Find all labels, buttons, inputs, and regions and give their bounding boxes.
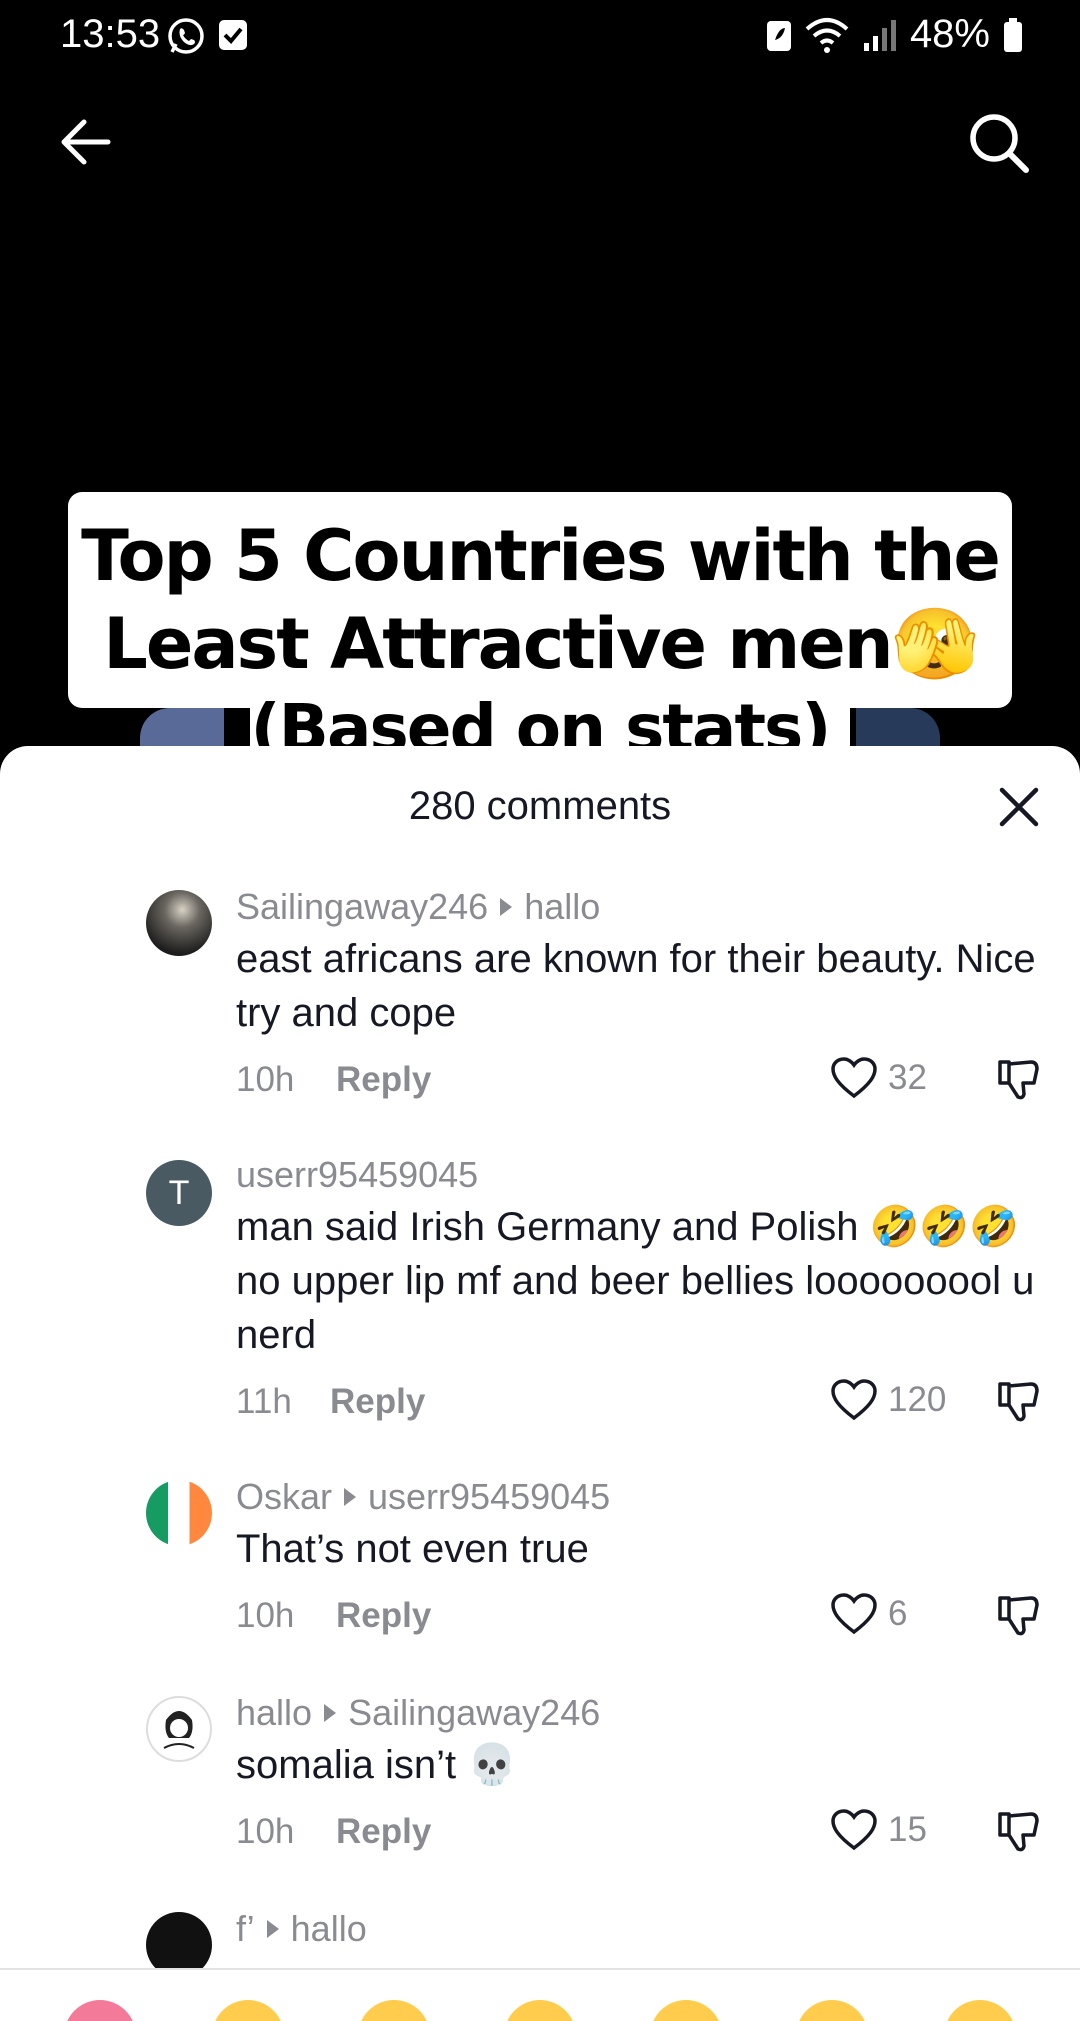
comment-time: 10h <box>236 1812 295 1851</box>
comment-header: f’ hallo <box>236 1908 367 1950</box>
avatar-ireland-flag[interactable] <box>146 1480 212 1546</box>
comment-username[interactable]: Sailingaway246 <box>236 886 488 928</box>
avatar-initial: T <box>168 1173 190 1212</box>
video-caption-line-1: Top 5 Countries with the <box>81 515 1001 597</box>
comment-reply-to[interactable]: Sailingaway246 <box>348 1692 600 1734</box>
comment-header: hallo Sailingaway246 <box>236 1692 600 1734</box>
reply-button[interactable]: Reply <box>330 1382 425 1422</box>
avatar-sketch-icon <box>163 1711 195 1749</box>
comment-header: Sailingaway246 hallo <box>236 886 600 928</box>
comment-header: Oskar userr95459045 <box>236 1476 610 1518</box>
comment-meta: 10h Reply <box>236 1596 431 1636</box>
comment-time: 10h <box>236 1596 295 1635</box>
comment-time: 10h <box>236 1060 295 1099</box>
comment-text: That’s not even true <box>236 1527 589 1571</box>
reply-button[interactable]: Reply <box>336 1060 431 1100</box>
comment-text: somalia isn’t 💀 <box>236 1743 517 1787</box>
comment-meta: 11h Reply <box>236 1382 425 1422</box>
comment-meta: 10h Reply <box>236 1060 431 1100</box>
comments-sheet: 280 comments Sailingaway246 hallo east a… <box>0 746 1080 2021</box>
comment-text: man said Irish Germany and Polish 🤣🤣🤣 no… <box>236 1205 1035 1357</box>
comment-username[interactable]: hallo <box>236 1692 312 1734</box>
comment-meta: 10h Reply <box>236 1812 431 1852</box>
like-count: 32 <box>888 1058 927 1097</box>
like-button[interactable]: 120 <box>830 1378 946 1422</box>
comment-time: 11h <box>236 1382 292 1421</box>
like-button[interactable]: 6 <box>830 1592 907 1636</box>
like-count: 15 <box>888 1810 927 1849</box>
reply-button[interactable]: Reply <box>336 1596 431 1636</box>
comment-reply-to[interactable]: userr95459045 <box>368 1476 610 1518</box>
heart-icon <box>831 1379 877 1421</box>
like-count: 6 <box>888 1594 908 1633</box>
like-button[interactable]: 32 <box>830 1056 927 1100</box>
heart-icon <box>831 1593 877 1635</box>
video-caption-card: Top 5 Countries with the Least Attractiv… <box>68 492 1012 708</box>
reply-arrow-icon <box>500 898 513 916</box>
comment-header: userr95459045 <box>236 1154 478 1196</box>
like-count: 120 <box>888 1380 947 1419</box>
dislike-icon[interactable] <box>996 1056 1042 1102</box>
comment-username[interactable]: userr95459045 <box>236 1154 478 1196</box>
comment-username[interactable]: f’ <box>236 1908 255 1950</box>
avatar[interactable]: T <box>146 1160 212 1226</box>
dislike-icon[interactable] <box>996 1378 1042 1424</box>
reply-arrow-icon <box>324 1704 337 1722</box>
video-caption-line-2: Least Attractive men🫣 <box>103 603 979 685</box>
heart-icon <box>831 1057 877 1099</box>
avatar[interactable] <box>146 890 212 956</box>
close-icon[interactable] <box>992 780 1046 834</box>
comment-username[interactable]: Oskar <box>236 1476 332 1518</box>
video-preview[interactable]: Top 5 Countries with the Least Attractiv… <box>0 0 1080 760</box>
comments-count-title: 280 comments <box>408 784 672 828</box>
reply-arrow-icon <box>344 1488 357 1506</box>
dislike-icon[interactable] <box>996 1808 1042 1854</box>
reply-button[interactable]: Reply <box>336 1812 431 1852</box>
like-button[interactable]: 15 <box>830 1808 927 1852</box>
comment-reply-to[interactable]: hallo <box>291 1908 367 1950</box>
heart-icon <box>831 1809 877 1851</box>
comment-reply-to[interactable]: hallo <box>524 886 600 928</box>
dislike-icon[interactable] <box>996 1592 1042 1638</box>
avatar[interactable] <box>146 1696 212 1762</box>
reply-arrow-icon <box>266 1920 279 1938</box>
comment-text: east africans are known for their beauty… <box>236 937 1036 1035</box>
